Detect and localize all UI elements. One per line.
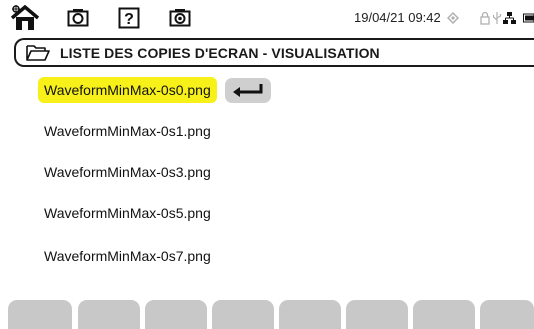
sync-icon (446, 2, 460, 34)
list-item[interactable]: WaveformMinMax-0s1.png (38, 116, 217, 146)
enter-return-icon (232, 84, 263, 97)
status-bar: ? 19/04/21 09:42 (0, 2, 534, 34)
softkey-4[interactable] (212, 300, 274, 329)
softkey-5[interactable] (279, 300, 341, 329)
file-name[interactable]: WaveformMinMax-0s0.png (38, 77, 217, 103)
softkey-6[interactable] (346, 300, 408, 329)
folder-icon (26, 43, 50, 63)
file-name[interactable]: WaveformMinMax-0s1.png (38, 118, 217, 144)
screen: ? 19/04/21 09:42 LISTE DES COPIES D'ECRA… (0, 0, 534, 329)
help-icon[interactable]: ? (116, 2, 142, 34)
lock-icon (479, 2, 491, 34)
status-datetime: 19/04/21 09:42 (354, 10, 441, 25)
softkey-1[interactable] (8, 300, 72, 329)
battery-icon (523, 2, 534, 34)
list-item[interactable]: WaveformMinMax-0s7.png (38, 241, 217, 271)
list-item-selected[interactable]: WaveformMinMax-0s0.png (38, 75, 271, 105)
file-name[interactable]: WaveformMinMax-0s7.png (38, 243, 217, 269)
softkey-2[interactable] (78, 300, 140, 329)
softkey-bar (0, 296, 534, 329)
camera-alt-icon[interactable] (168, 2, 192, 34)
usb-icon (492, 2, 502, 34)
page-title: LISTE DES COPIES D'ECRAN - VISUALISATION (60, 44, 380, 61)
file-name[interactable]: WaveformMinMax-0s5.png (38, 200, 217, 226)
file-name[interactable]: WaveformMinMax-0s3.png (38, 159, 217, 185)
enter-return-button[interactable] (224, 77, 271, 103)
network-icon (503, 2, 516, 34)
camera-icon[interactable] (66, 2, 90, 34)
list-item[interactable]: WaveformMinMax-0s5.png (38, 198, 217, 228)
home-settings-icon[interactable] (10, 2, 40, 34)
softkey-7[interactable] (413, 300, 475, 329)
title-bar: LISTE DES COPIES D'ECRAN - VISUALISATION (14, 38, 534, 67)
softkey-8[interactable] (480, 300, 534, 329)
svg-text:?: ? (124, 11, 134, 28)
list-item[interactable]: WaveformMinMax-0s3.png (38, 157, 217, 187)
softkey-3[interactable] (145, 300, 207, 329)
